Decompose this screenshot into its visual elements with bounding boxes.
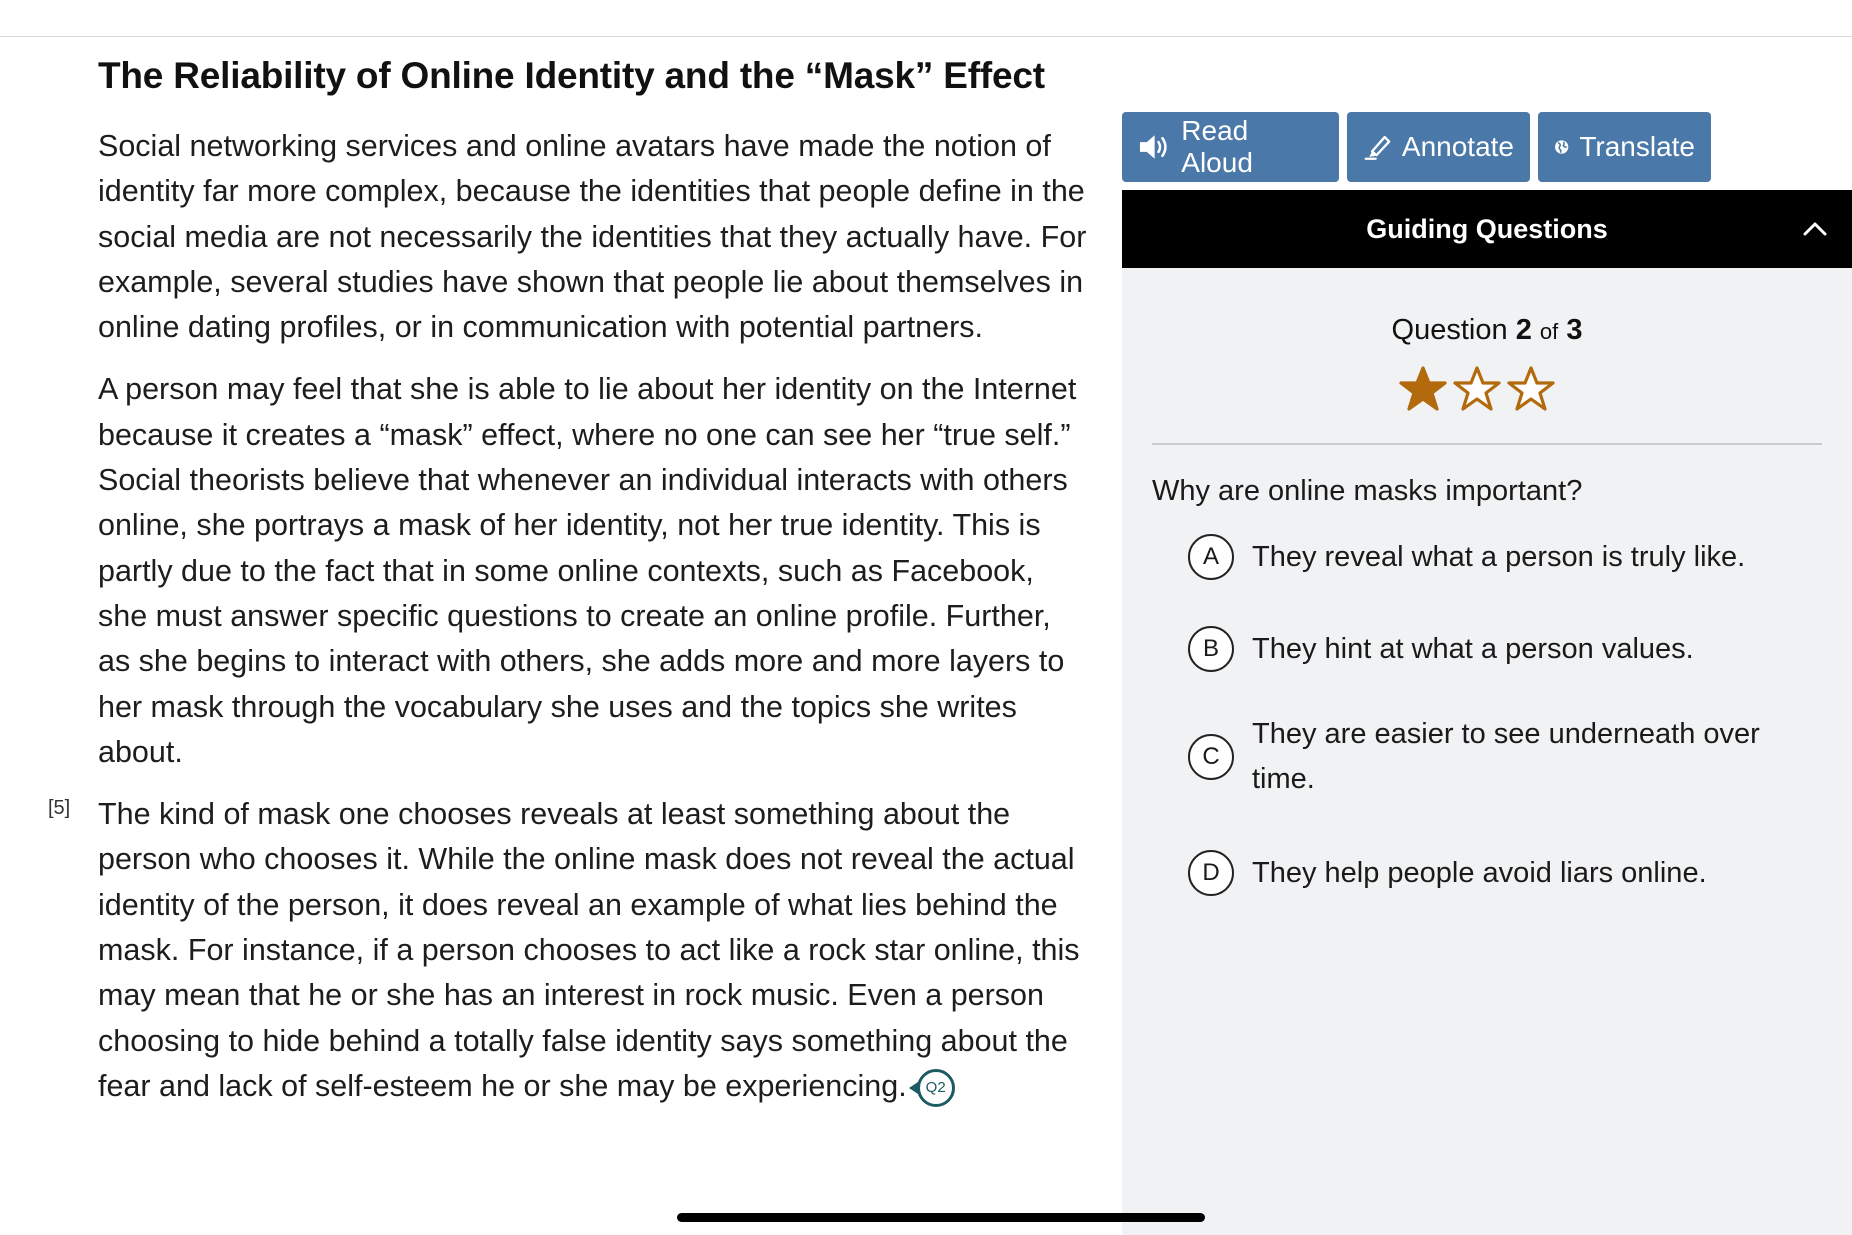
question-counter: Question 2 of 3 [1122, 314, 1852, 347]
panel-title: Guiding Questions [1366, 213, 1608, 244]
option-text: They help people avoid liars online. [1252, 856, 1707, 889]
guiding-questions-header[interactable]: Guiding Questions [1122, 190, 1852, 268]
option-letter: C [1188, 734, 1234, 780]
answer-option-a[interactable]: A They reveal what a person is truly lik… [1188, 534, 1852, 580]
globe-icon [1555, 140, 1569, 154]
option-letter: D [1188, 850, 1234, 896]
answer-option-c[interactable]: C They are easier to see underneath over… [1188, 712, 1852, 802]
star-filled-icon [1399, 366, 1447, 411]
star-empty-icon [1507, 366, 1555, 411]
passage-title: The Reliability of Online Identity and t… [98, 55, 1045, 96]
highlighter-icon [1364, 135, 1391, 160]
panel-divider [1152, 443, 1822, 445]
question-marker-button[interactable]: Q2 [908, 1068, 955, 1107]
progress-stars [1102, 365, 1852, 413]
option-letter: A [1188, 534, 1234, 580]
answer-option-d[interactable]: D They help people avoid liars online. [1188, 850, 1852, 896]
passage-paragraph: A person may feel that she is able to li… [98, 372, 1077, 769]
translate-button[interactable]: Translate [1538, 112, 1711, 182]
annotate-label: Annotate [1401, 131, 1514, 162]
paragraph-number: [5] [48, 797, 71, 820]
counter-prefix: Question [1391, 314, 1508, 346]
reading-passage: The Reliability of Online Identity and t… [48, 50, 1088, 1109]
guiding-questions-panel: Guiding Questions Question 2 of 3 Why ar… [1122, 190, 1852, 1235]
top-divider [0, 36, 1852, 37]
annotate-button[interactable]: Annotate [1347, 112, 1530, 182]
question-marker-label: Q2 [916, 1068, 955, 1107]
passage-paragraph: Social networking services and online av… [98, 129, 1087, 345]
option-text: They are easier to see underneath over t… [1252, 718, 1760, 795]
read-aloud-label: Read Aloud [1181, 115, 1253, 178]
star-empty-icon [1453, 366, 1501, 411]
translate-label: Translate [1579, 131, 1695, 162]
current-question-number: 2 [1515, 314, 1532, 346]
passage-paragraph-text: The kind of mask one chooses reveals at … [98, 797, 1080, 1103]
answer-option-b[interactable]: B They hint at what a person values. [1188, 626, 1852, 672]
answer-options: A They reveal what a person is truly lik… [1188, 534, 1852, 896]
option-letter: B [1188, 626, 1234, 672]
home-indicator [677, 1213, 1205, 1222]
reading-toolbar: Read Aloud Annotate Translate [1122, 112, 1711, 182]
counter-of: of [1539, 319, 1559, 344]
read-aloud-button[interactable]: Read Aloud [1122, 112, 1339, 182]
passage-paragraph-numbered: [5] The kind of mask one chooses reveals… [48, 792, 1088, 1109]
total-questions-number: 3 [1566, 314, 1583, 346]
option-text: They hint at what a person values. [1252, 632, 1694, 665]
chevron-up-icon[interactable] [1802, 216, 1828, 242]
question-text: Why are online masks important? [1152, 475, 1583, 507]
option-text: They reveal what a person is truly like. [1252, 540, 1746, 573]
speaker-icon [1139, 135, 1167, 159]
